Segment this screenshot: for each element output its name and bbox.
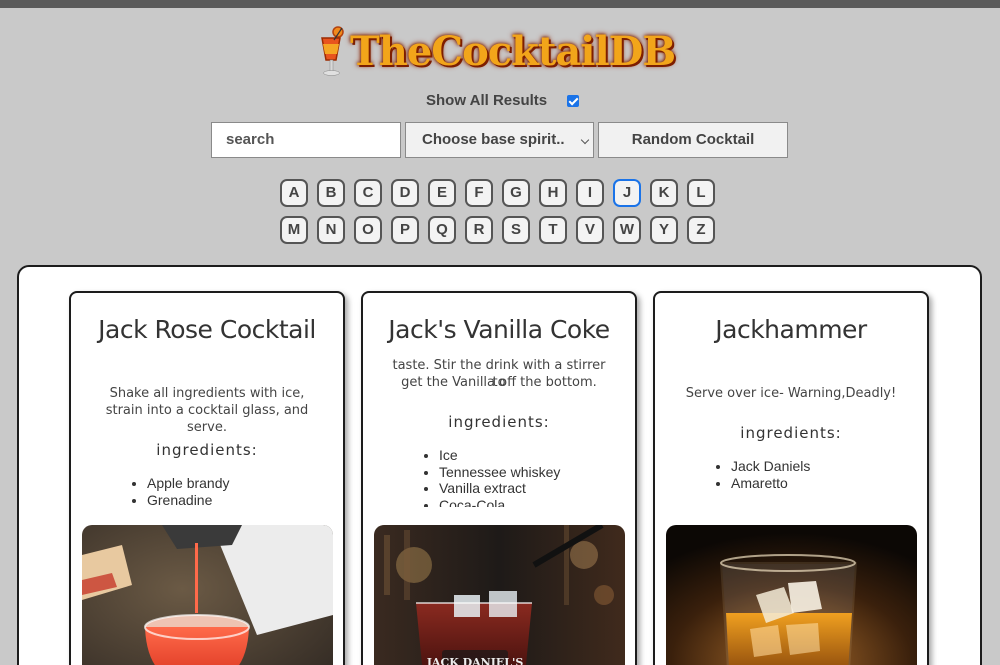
search-input[interactable]: search (211, 122, 401, 158)
show-all-results: Show All Results (426, 92, 579, 109)
cocktail-glass-icon (318, 26, 346, 78)
letter-button-s[interactable]: S (502, 216, 530, 244)
letter-button-r[interactable]: R (465, 216, 493, 244)
letter-button-p[interactable]: P (391, 216, 419, 244)
cocktail-title: Jackhammer (715, 315, 867, 344)
ingredient-item: Vanilla extract (439, 480, 560, 497)
show-all-label: Show All Results (426, 92, 548, 109)
base-spirit-select[interactable]: Choose base spirit.. (405, 122, 594, 158)
ingredients-scroll[interactable]: Ice Tennessee whiskey Vanilla extract Co… (363, 443, 635, 507)
letter-button-v[interactable]: V (576, 216, 604, 244)
ingredient-item: Amaretto (731, 475, 810, 492)
letter-button-e[interactable]: E (428, 179, 456, 207)
cocktail-image[interactable] (666, 525, 917, 665)
cocktail-title: Jack Rose Cocktail (98, 315, 316, 344)
letter-button-g[interactable]: G (502, 179, 530, 207)
site-logo-text: TheCocktailDB (350, 28, 676, 75)
letter-button-d[interactable]: D (391, 179, 419, 207)
cocktail-card[interactable]: Jack Rose Cocktail Shake all ingredients… (69, 291, 345, 665)
letter-button-j[interactable]: J (613, 179, 641, 207)
ingredient-item: Tennessee whiskey (439, 464, 560, 481)
letter-button-c[interactable]: C (354, 179, 382, 207)
cocktail-card[interactable]: Jack's Vanilla Coke taste. Stir the drin… (361, 291, 637, 665)
ingredients-list: Ice Tennessee whiskey Vanilla extract Co… (439, 447, 560, 507)
letter-button-t[interactable]: T (539, 216, 567, 244)
cocktail-instructions: get the Vanilla off the bottom. (401, 375, 597, 390)
cocktail-instructions: Shake all ingredients with ice, strain i… (105, 386, 309, 435)
cocktail-image[interactable]: JACK DANIEL'S (374, 525, 625, 665)
letter-button-y[interactable]: Y (650, 216, 678, 244)
letter-button-z[interactable]: Z (687, 216, 715, 244)
random-cocktail-button[interactable]: Random Cocktail (598, 122, 788, 158)
letter-button-h[interactable]: H (539, 179, 567, 207)
instructions-scroll[interactable]: taste. Stir the drink with a stirrer to … (363, 355, 635, 395)
letter-button-l[interactable]: L (687, 179, 715, 207)
ingredients-heading: ingredients: (740, 424, 842, 442)
ingredient-item: Jack Daniels (731, 458, 810, 475)
cocktail-card[interactable]: Jackhammer Serve over ice- Warning,Deadl… (653, 291, 929, 665)
cocktail-instructions: Serve over ice- Warning,Deadly! (685, 386, 897, 401)
svg-text:JACK DANIEL'S: JACK DANIEL'S (426, 656, 524, 665)
ingredient-item: Coca-Cola (439, 497, 560, 508)
ingredients-list: Apple brandy Grenadine (147, 475, 230, 508)
ingredient-item: Apple brandy (147, 475, 230, 492)
ingredients-list: Jack Daniels Amaretto (731, 458, 810, 491)
letter-button-n[interactable]: N (317, 216, 345, 244)
window-top-bar (0, 0, 1000, 8)
site-logo[interactable]: TheCocktailDB (318, 24, 676, 80)
cocktail-title: Jack's Vanilla Coke (388, 315, 610, 344)
letter-button-q[interactable]: Q (428, 216, 456, 244)
base-spirit-selected: Choose base spirit.. (422, 131, 565, 148)
letter-button-i[interactable]: I (576, 179, 604, 207)
ingredients-heading: ingredients: (448, 413, 550, 431)
letter-button-o[interactable]: O (354, 216, 382, 244)
cocktail-image[interactable] (82, 525, 333, 665)
letter-button-k[interactable]: K (650, 179, 678, 207)
letter-button-b[interactable]: B (317, 179, 345, 207)
letter-button-m[interactable]: M (280, 216, 308, 244)
letter-button-f[interactable]: F (465, 179, 493, 207)
letter-button-a[interactable]: A (280, 179, 308, 207)
show-all-checkbox[interactable] (567, 95, 579, 107)
letter-button-w[interactable]: W (613, 216, 641, 244)
ingredient-item: Grenadine (147, 492, 230, 509)
ingredients-heading: ingredients: (156, 441, 258, 459)
ingredient-item: Ice (439, 447, 560, 464)
chevron-down-icon (580, 135, 590, 145)
